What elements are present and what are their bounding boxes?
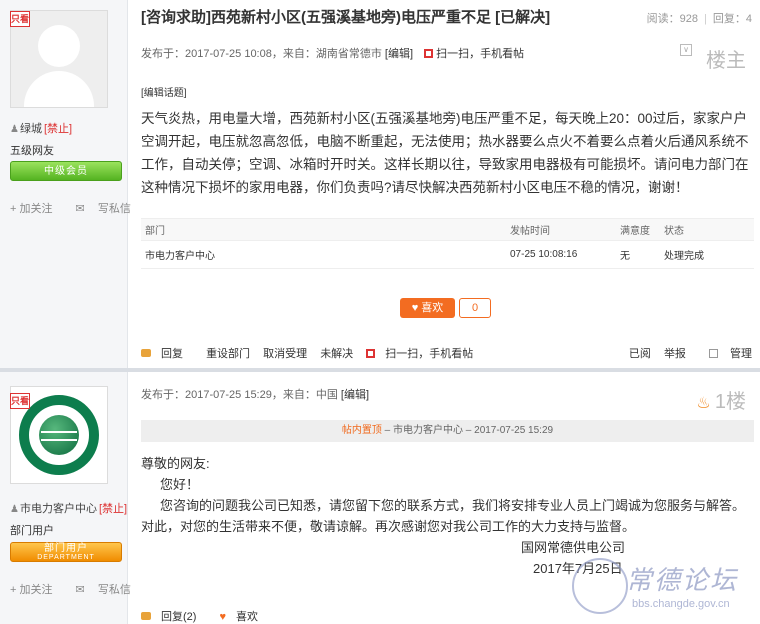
user-icon: ♟: [10, 124, 19, 135]
author-name[interactable]: 市电力客户中心: [20, 503, 97, 515]
level-badge: 部门用户 DEPARTMENT: [10, 542, 122, 562]
collapse-icon[interactable]: ∨: [680, 44, 692, 56]
post-footer-right: 已阅 举报 管理: [619, 345, 752, 361]
author-sidebar: 只看 ♟市电力客户中心 [禁止] 部门用户 部门用户 DEPARTMENT + 加…: [0, 372, 131, 624]
signature: 国网常德供电公司: [521, 540, 626, 555]
body-line-2: 对此，对您的生活带来不便，敬请谅解。再次感谢您对我公司工作的大力支持与监督。: [141, 519, 636, 534]
ban-link[interactable]: [禁止]: [99, 503, 127, 515]
replies-count: 回复：4: [712, 13, 752, 25]
reset-dept-button[interactable]: 重设部门: [206, 348, 250, 360]
post-time: 发布于：2017-07-25 15:29，来自：中国: [141, 389, 338, 401]
reply-icon: [141, 612, 151, 620]
qr-footer-label: 扫一扫，手机看帖: [385, 348, 474, 360]
site-watermark: 常德论坛 bbs.changde.gov.cn: [572, 556, 760, 624]
unresolved-button[interactable]: 未解决: [320, 348, 353, 360]
cancel-accept-button[interactable]: 取消受理: [263, 348, 307, 360]
greeting: 尊敬的网友:: [141, 456, 210, 471]
sticky-text: – 市电力客户中心 – 2017-07-25 15:29: [381, 425, 554, 436]
post-original: 只看 ♟绿城 [禁止] 五级网友 中级会员 + 加关注 ✉ 写私信 [咨询求助]西…: [0, 0, 760, 368]
qr-footer-link[interactable]: 扫一扫，手机看帖: [366, 348, 483, 360]
cell-status: 处理完成: [660, 240, 754, 269]
message-label: 写私信: [97, 203, 131, 215]
sticky-bar: 帖内置顶 – 市电力客户中心 – 2017-07-25 15:29: [141, 420, 754, 442]
thread-stats: 阅读：928 | 回复：4: [646, 13, 752, 25]
edit-link[interactable]: [编辑]: [341, 389, 369, 401]
post-meta: 发布于：2017-07-25 15:29，来自：中国 [编辑]: [141, 386, 369, 402]
cell-time: 07-25 10:08:16: [506, 240, 616, 269]
like-footer-button[interactable]: ♥ 喜欢: [220, 611, 269, 623]
col-satisfaction: 满意度: [616, 218, 660, 241]
manage-checkbox[interactable]: 管理: [699, 348, 752, 360]
qr-code-icon: [366, 349, 376, 358]
table-row: 市电力客户中心 07-25 10:08:16 无 处理完成: [141, 240, 754, 269]
message-label: 写私信: [97, 584, 131, 596]
like-label: 喜欢: [421, 302, 444, 314]
report-button[interactable]: 举报: [664, 348, 686, 360]
author-name-line: ♟市电力客户中心 [禁止]: [10, 500, 127, 516]
floor-label: 楼主: [706, 50, 746, 72]
post-footer-actions: 回复 重设部门 取消受理 未解决 扫一扫，手机看帖: [141, 345, 493, 361]
level-badge-sub: DEPARTMENT: [37, 554, 95, 561]
col-status: 状态: [660, 218, 754, 241]
author-sidebar: 只看 ♟绿城 [禁止] 五级网友 中级会员 + 加关注 ✉ 写私信: [0, 0, 131, 368]
checkbox-icon: [709, 349, 718, 358]
author-name[interactable]: 绿城: [20, 123, 42, 135]
reply-label: 回复: [161, 348, 183, 360]
user-icon: ♟: [10, 504, 19, 515]
qr-label: 扫一扫，手机看帖: [436, 48, 525, 60]
floor-label: ♨ 1楼: [697, 385, 746, 414]
edit-topic-link[interactable]: [编辑话题]: [141, 84, 187, 99]
post-meta: 发布于：2017-07-25 10:08，来自：湖南省常德市 [编辑] 扫一扫，…: [141, 45, 524, 61]
mail-icon: ✉: [75, 203, 85, 215]
qr-link[interactable]: 扫一扫，手机看帖: [424, 48, 524, 60]
edit-link[interactable]: [编辑]: [385, 48, 413, 60]
table-header-row: 部门 发帖时间 满意度 状态: [141, 218, 754, 241]
only-view-author-button[interactable]: 只看: [10, 393, 30, 409]
ban-link[interactable]: [禁止]: [44, 123, 72, 135]
manage-label: 管理: [730, 348, 752, 360]
post-content: 天气炎热，用电量大增，西苑新村小区(五强溪基地旁)电压严重不足，每天晚上20：0…: [141, 111, 749, 195]
cell-dept[interactable]: 市电力客户中心: [141, 240, 506, 269]
watermark-logo-icon: [572, 558, 628, 614]
post-main: [咨询求助]西苑新村小区(五强溪基地旁)电压严重不足 [已解决] 阅读：928 |…: [130, 0, 760, 368]
reply-button[interactable]: 回复(2): [141, 611, 206, 623]
level-badge: 中级会员: [10, 161, 122, 181]
only-view-author-button[interactable]: 只看: [10, 11, 30, 27]
qr-code-icon: [424, 49, 434, 58]
floor-number: 1楼: [714, 391, 746, 413]
reply-button[interactable]: 回复: [141, 348, 193, 360]
hello-line: 您好！: [160, 477, 200, 492]
follow-label: 加关注: [19, 203, 53, 215]
post-time: 发布于：2017-07-25 10:08，来自：湖南省常德市: [141, 48, 382, 60]
thread-title: [咨询求助]西苑新村小区(五强溪基地旁)电压严重不足 [已解决]: [141, 9, 551, 26]
col-dept: 部门: [141, 218, 506, 241]
reply-icon: [141, 349, 151, 357]
heart-icon: ♥: [411, 302, 419, 314]
reply-label: 回复(2): [161, 611, 197, 623]
follow-link[interactable]: + 加关注: [10, 203, 62, 215]
read-button[interactable]: 已阅: [629, 348, 651, 360]
department-table: 部门 发帖时间 满意度 状态 市电力客户中心 07-25 10:08:16 无 …: [141, 218, 754, 269]
author-name-line: ♟绿城 [禁止]: [10, 120, 72, 136]
post-footer-actions: 回复(2) ♥ 喜欢: [141, 608, 278, 624]
heart-icon: ♥: [219, 611, 227, 623]
like-footer-label: 喜欢: [236, 611, 259, 623]
watermark-title: 常德论坛: [626, 566, 739, 596]
author-rank: 五级网友: [10, 145, 54, 157]
mail-icon: ✉: [75, 584, 85, 596]
body-line-1: 您咨询的问题我公司已知悉，请您留下您的联系方式，我们将安排专业人员上门竭诚为您服…: [160, 498, 746, 513]
fire-icon: ♨: [696, 395, 711, 412]
like-button[interactable]: ♥ 喜欢: [400, 298, 455, 318]
sticky-tag[interactable]: 帖内置顶: [342, 425, 382, 436]
follow-link[interactable]: + 加关注: [10, 584, 62, 596]
author-rank: 部门用户: [10, 525, 54, 537]
col-time: 发帖时间: [506, 218, 616, 241]
like-count: 0: [459, 298, 491, 318]
views-count: 阅读：928: [646, 13, 699, 25]
watermark-url: bbs.changde.gov.cn: [632, 598, 730, 610]
follow-label: 加关注: [19, 584, 53, 596]
cell-satisfaction: 无: [616, 240, 660, 269]
